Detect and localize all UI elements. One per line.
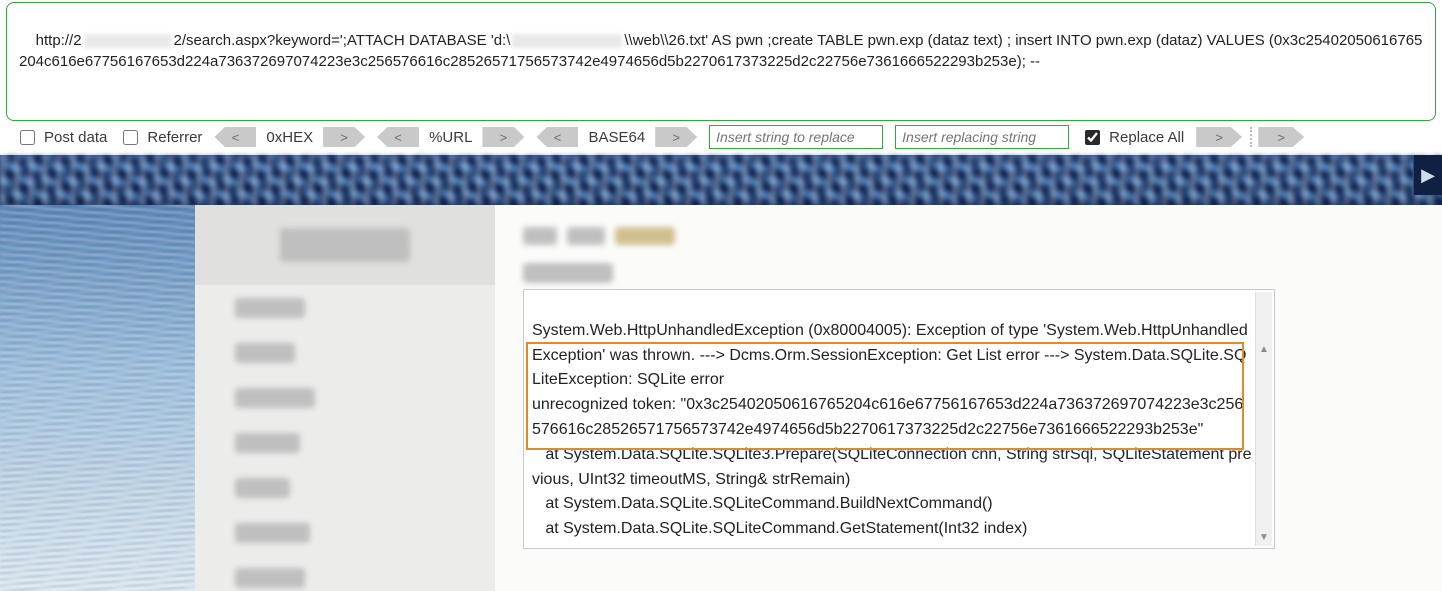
base64-decode-button[interactable]: < bbox=[536, 127, 578, 147]
url-group: < %URL > bbox=[377, 127, 524, 147]
stack-line-2: unrecognized token: "0x3c254020506167652… bbox=[532, 396, 1243, 438]
banner-obscured bbox=[0, 155, 1442, 205]
banner-scroll-right-button[interactable]: ▶ bbox=[1413, 155, 1442, 195]
toolbar-separator bbox=[1250, 127, 1254, 147]
url-request-box[interactable]: http://2 2/search.aspx?keyword=';ATTACH D… bbox=[6, 2, 1436, 121]
url-decode-button[interactable]: < bbox=[377, 127, 419, 147]
hex-encode-button[interactable]: > bbox=[323, 127, 365, 147]
postdata-label: Post data bbox=[44, 129, 107, 146]
referrer-label: Referrer bbox=[147, 129, 202, 146]
error-textarea[interactable]: System.Web.HttpUnhandledException (0x800… bbox=[523, 289, 1275, 549]
replace-next-button[interactable]: > bbox=[1196, 127, 1242, 147]
section-heading bbox=[523, 263, 1432, 283]
main-panel: System.Web.HttpUnhandledException (0x800… bbox=[495, 205, 1442, 591]
url-mask-2 bbox=[512, 34, 622, 48]
sidebar-item-2[interactable] bbox=[195, 330, 495, 375]
sidebar-logo-blur bbox=[280, 228, 410, 262]
sidebar-item-6[interactable] bbox=[195, 510, 495, 555]
sidebar-item-5[interactable] bbox=[195, 465, 495, 510]
sidebar-item-3[interactable] bbox=[195, 375, 495, 420]
referrer-checkbox[interactable]: Referrer bbox=[119, 127, 202, 148]
stack-line-4: at System.Data.SQLite.SQLiteCommand.Buil… bbox=[532, 495, 993, 512]
stack-line-3: at System.Data.SQLite.SQLite3.Prepare(SQ… bbox=[532, 446, 1251, 488]
replace-to-input[interactable] bbox=[895, 125, 1069, 149]
scroll-down-icon[interactable]: ▼ bbox=[1256, 530, 1272, 546]
url-text[interactable]: http://2 2/search.aspx?keyword=';ATTACH D… bbox=[19, 11, 1423, 92]
url-mask-1 bbox=[84, 34, 172, 48]
url-encode-button[interactable]: > bbox=[482, 127, 524, 147]
postdata-checkbox[interactable]: Post data bbox=[16, 127, 107, 148]
referrer-checkbox-input[interactable] bbox=[123, 130, 138, 145]
sidebar-item-4[interactable] bbox=[195, 420, 495, 465]
left-background bbox=[0, 205, 195, 591]
breadcrumb bbox=[523, 227, 1432, 245]
sidebar-item-1[interactable] bbox=[195, 285, 495, 330]
base64-label: BASE64 bbox=[578, 129, 655, 146]
hex-label: 0xHEX bbox=[256, 129, 323, 146]
hackbar-toolbar: Post data Referrer < 0xHEX > < %URL > < … bbox=[0, 121, 1442, 155]
replace-next-button-2[interactable]: > bbox=[1258, 127, 1304, 147]
replaceall-checkbox[interactable]: Replace All bbox=[1081, 127, 1184, 148]
scroll-up-icon[interactable]: ▲ bbox=[1256, 342, 1272, 358]
site-banner: ▶ bbox=[0, 155, 1442, 205]
stack-line-1: System.Web.HttpUnhandledException (0x800… bbox=[532, 322, 1248, 389]
base64-group: < BASE64 > bbox=[536, 127, 697, 147]
content-area: System.Web.HttpUnhandledException (0x800… bbox=[195, 205, 1442, 591]
page-content: ▶ System.Web.HttpUnhandledExc bbox=[0, 155, 1442, 591]
hex-group: < 0xHEX > bbox=[214, 127, 365, 147]
base64-encode-button[interactable]: > bbox=[655, 127, 697, 147]
replaceall-label: Replace All bbox=[1109, 129, 1184, 146]
postdata-checkbox-input[interactable] bbox=[20, 130, 35, 145]
replaceall-checkbox-input[interactable] bbox=[1085, 130, 1100, 145]
url-part-b: 2/search.aspx?keyword=';ATTACH DATABASE … bbox=[174, 32, 511, 49]
sidebar-logo bbox=[195, 205, 495, 285]
sidebar bbox=[195, 205, 495, 591]
replace-run-buttons: > > bbox=[1196, 127, 1304, 147]
url-label: %URL bbox=[419, 129, 482, 146]
textarea-scrollbar[interactable]: ▲ ▼ bbox=[1255, 292, 1272, 546]
url-part-a: http://2 bbox=[36, 32, 82, 49]
hex-decode-button[interactable]: < bbox=[214, 127, 256, 147]
replace-from-input[interactable] bbox=[709, 125, 883, 149]
stack-line-5: at System.Data.SQLite.SQLiteCommand.GetS… bbox=[532, 520, 1027, 537]
sidebar-item-7[interactable] bbox=[195, 555, 495, 591]
